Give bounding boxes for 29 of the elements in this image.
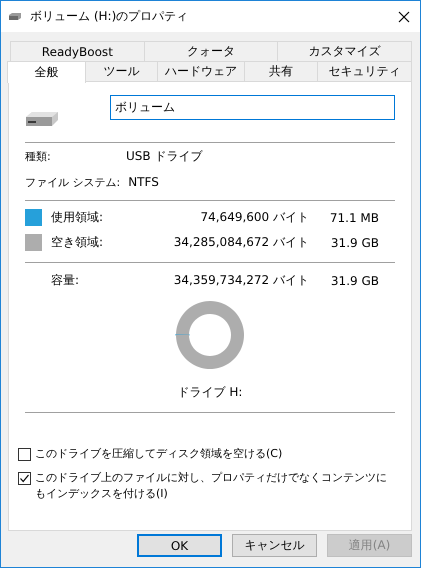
drive-icon (25, 111, 59, 127)
byte-count: 34,359,734,272 バイト (172, 272, 309, 289)
tab[interactable]: 全般 (7, 61, 86, 83)
byte-count: 34,285,084,672 バイト (172, 234, 309, 251)
info-label: 種類: (25, 148, 52, 164)
space-label: 空き領域: (51, 234, 104, 251)
drive-icon (8, 12, 22, 20)
tab[interactable]: カスタマイズ (277, 41, 412, 61)
size-value: 31.9 GB (330, 236, 379, 250)
window-title: ボリューム (H:)のプロパティ (30, 8, 190, 25)
space-label: 使用領域: (51, 209, 104, 226)
close-icon[interactable] (398, 10, 410, 22)
byte-count: 74,649,600 バイト (199, 209, 309, 226)
tab[interactable]: セキュリティ (317, 61, 412, 81)
name-field[interactable]: ボリューム (110, 94, 395, 120)
capacity-label: 容量: (51, 272, 80, 289)
tab[interactable]: ReadyBoost (10, 41, 145, 61)
info-value: NTFS (128, 175, 159, 189)
checkbox-label: このドライブ上のファイルに対し、プロパティだけでなくコンテンツにもインデックスを付ける(I) (35, 470, 388, 502)
info-value: USB ドライブ (126, 148, 202, 164)
checkbox-label: このドライブを圧縮してディスク領域を空ける(C) (35, 446, 284, 462)
dialog-button[interactable]: キャンセル (232, 534, 317, 557)
checkbox[interactable] (18, 448, 31, 461)
checkbox[interactable] (18, 472, 31, 485)
dialog-button[interactable]: OK (137, 534, 222, 557)
size-value: 31.9 GB (330, 274, 379, 288)
size-value: 71.1 MB (328, 210, 379, 224)
drive-label: ドライブ H: (178, 384, 242, 401)
info-label: ファイル システム: (25, 174, 120, 190)
